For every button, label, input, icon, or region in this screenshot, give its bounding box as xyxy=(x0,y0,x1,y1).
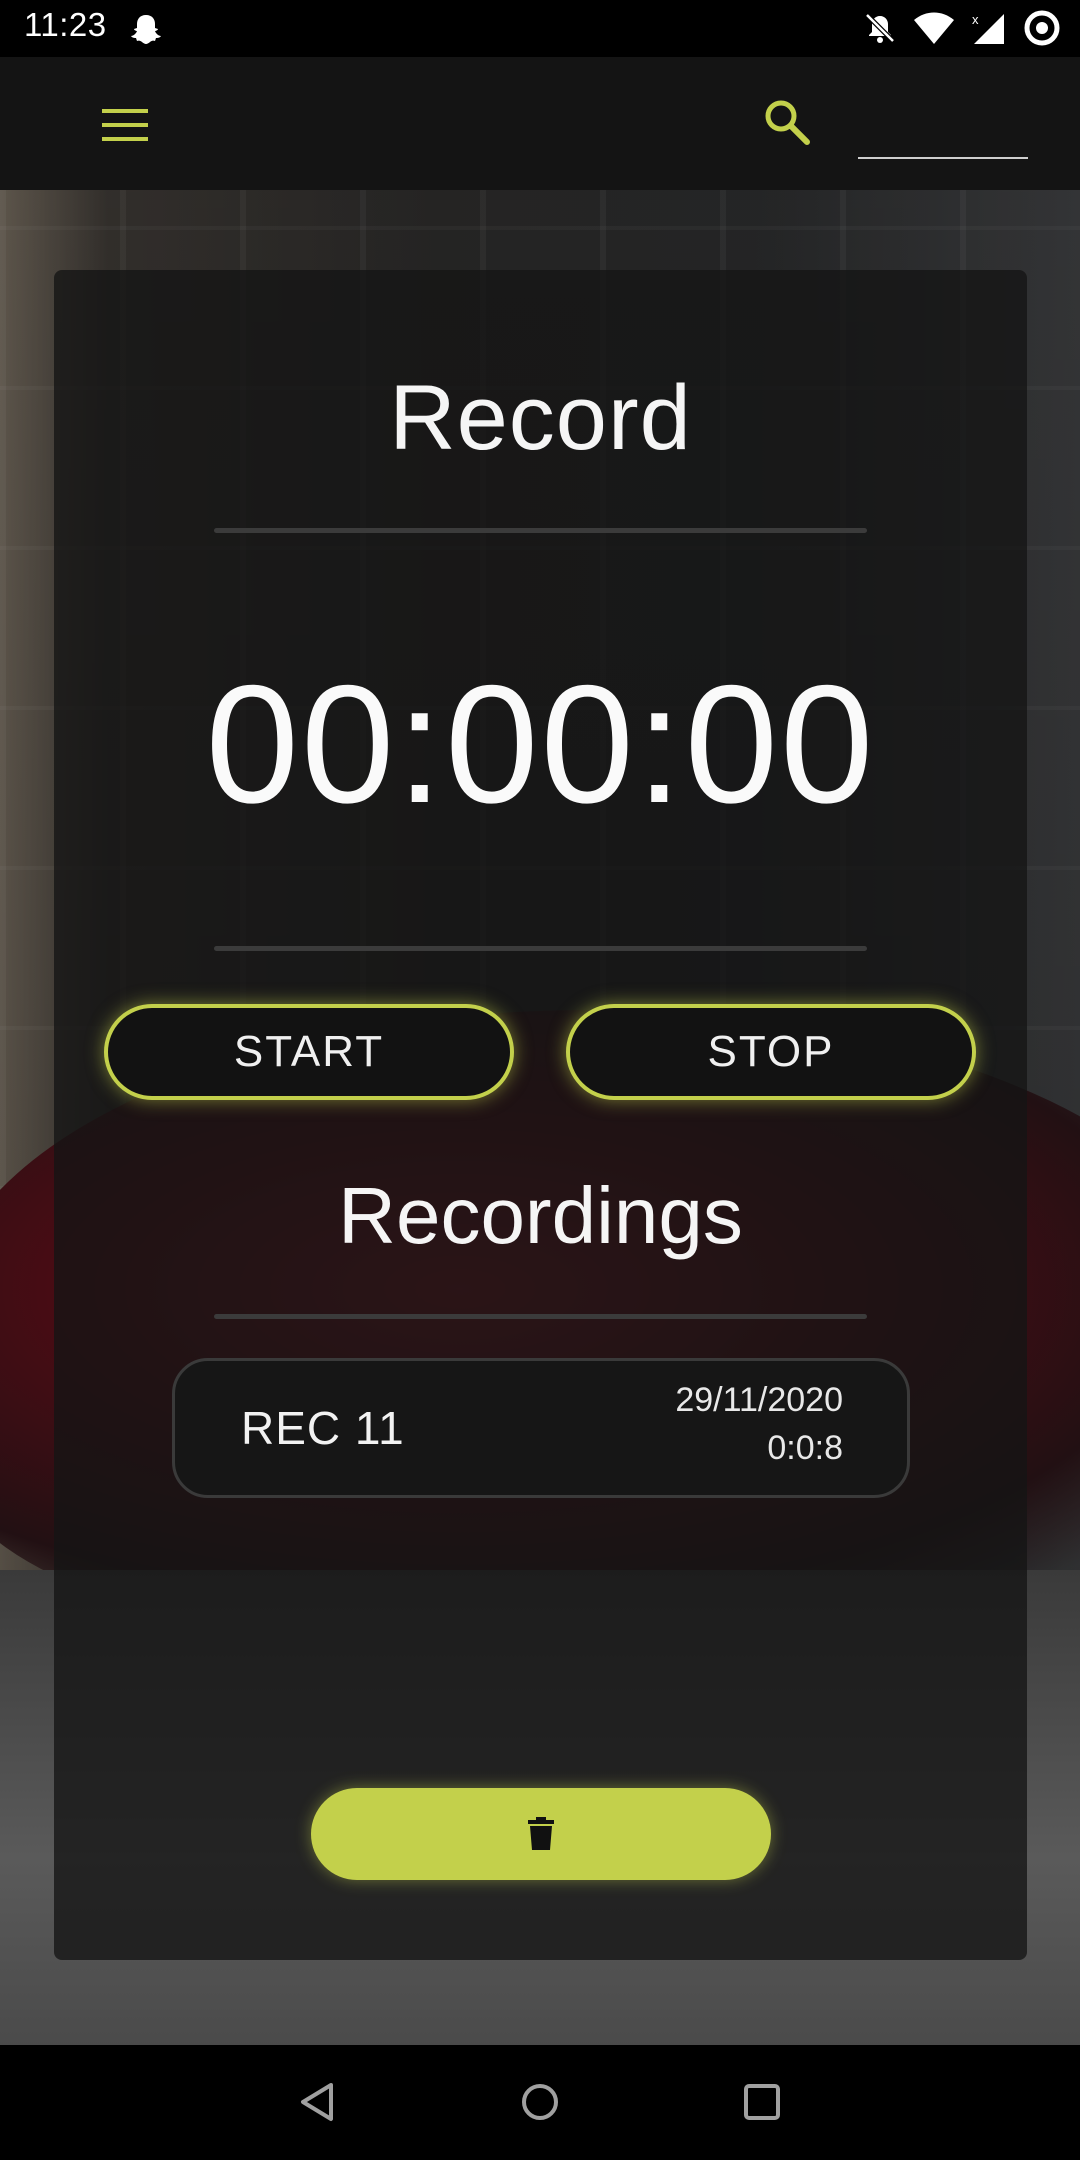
trash-icon xyxy=(528,1817,554,1850)
stop-button[interactable]: STOP xyxy=(566,1004,976,1100)
status-bar: 11:23 x xyxy=(0,0,1080,57)
recordings-title: Recordings xyxy=(338,1171,743,1260)
recording-duration: 0:0:8 xyxy=(767,1429,843,1467)
search-icon[interactable] xyxy=(762,97,812,147)
record-title: Record xyxy=(389,367,692,469)
wifi-icon xyxy=(914,12,954,44)
hamburger-menu-icon[interactable] xyxy=(102,107,148,143)
bell-muted-icon xyxy=(865,13,895,43)
divider xyxy=(214,528,867,533)
delete-button[interactable] xyxy=(311,1788,771,1880)
recording-name: REC 11 xyxy=(241,1402,405,1454)
home-circle-icon[interactable] xyxy=(515,2077,565,2127)
system-nav-bar xyxy=(0,2045,1080,2160)
timer-display: 00:00:00 xyxy=(205,650,876,838)
app-bar xyxy=(0,57,1080,190)
cell-signal-icon: x xyxy=(972,12,1004,44)
recording-date: 29/11/2020 xyxy=(675,1381,843,1419)
divider xyxy=(214,1314,867,1319)
start-button[interactable]: START xyxy=(104,1004,514,1100)
status-icons: x xyxy=(862,8,1062,48)
snapchat-ghost-icon xyxy=(131,15,161,44)
back-triangle-icon[interactable] xyxy=(293,2077,343,2127)
recorder-card: Record 00:00:00 START STOP Recordings RE… xyxy=(54,270,1027,1960)
recording-list-item[interactable]: REC 11 29/11/2020 0:0:8 xyxy=(172,1358,910,1498)
svg-text:x: x xyxy=(972,12,979,27)
vpn-ring-icon xyxy=(1024,10,1060,46)
recents-square-icon[interactable] xyxy=(737,2077,787,2127)
search-input[interactable] xyxy=(858,117,1028,159)
status-time: 11:23 xyxy=(24,6,107,43)
divider xyxy=(214,946,867,951)
